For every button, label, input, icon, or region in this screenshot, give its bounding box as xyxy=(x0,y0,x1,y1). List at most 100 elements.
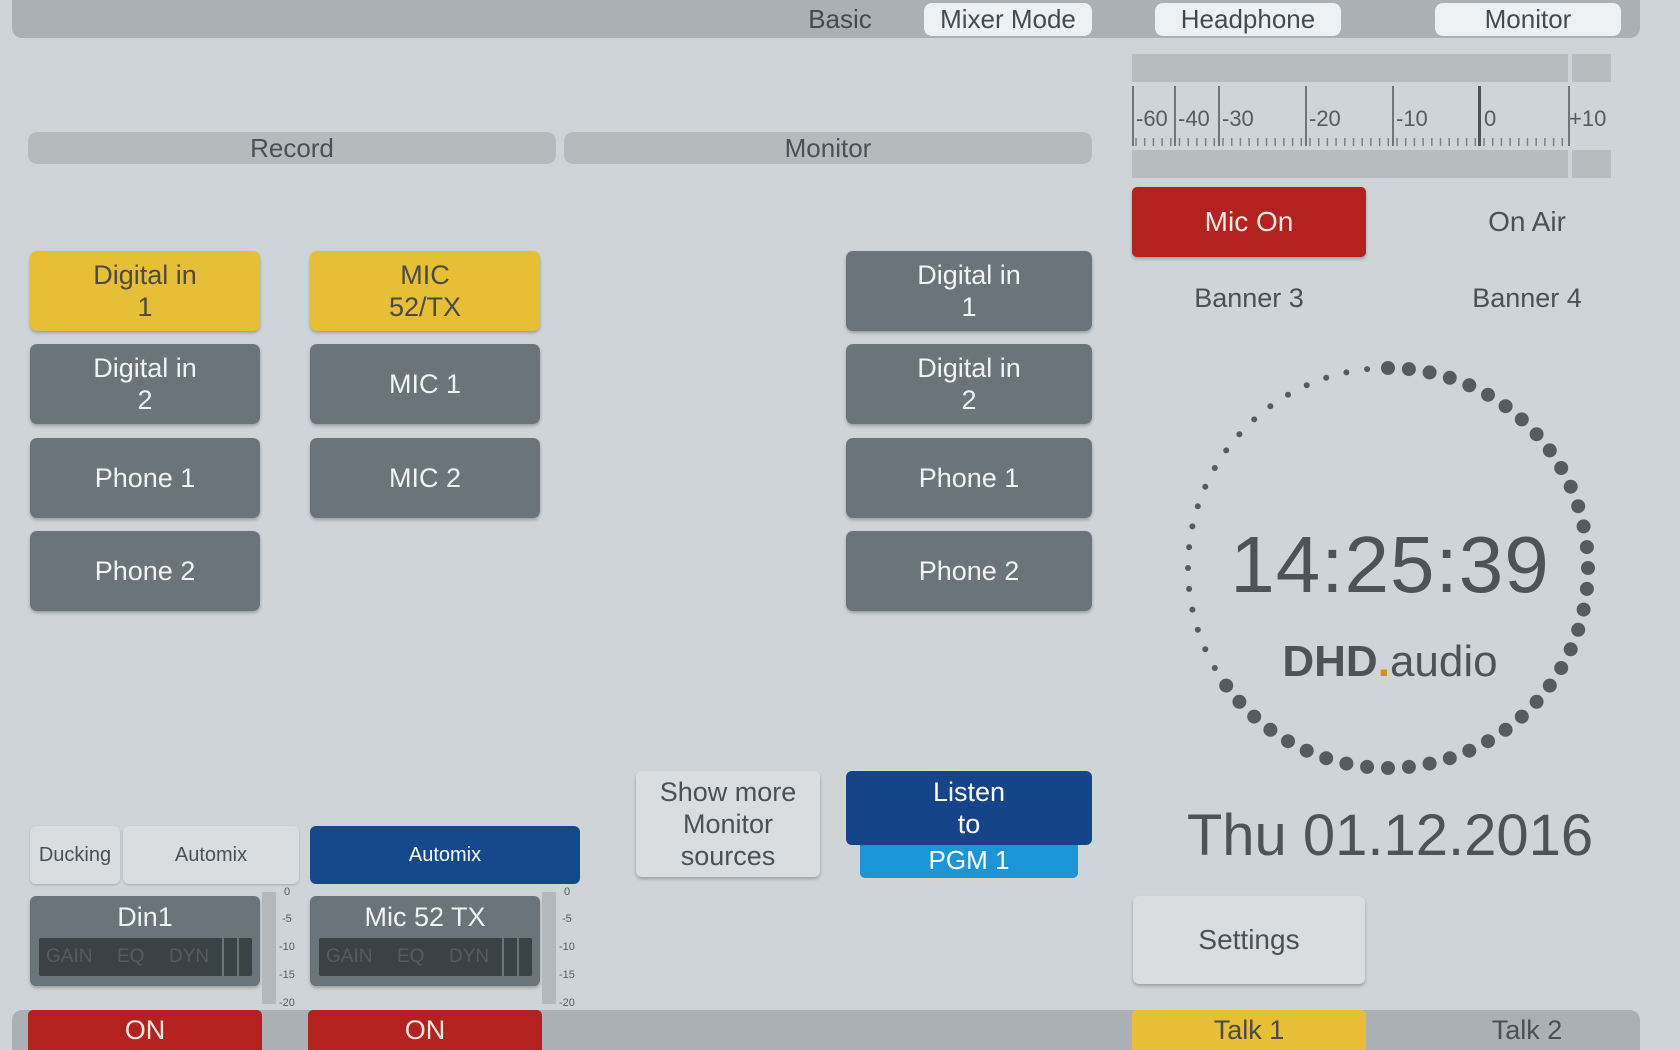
clock-second-dot xyxy=(1498,399,1513,414)
clock-second-dot xyxy=(1251,416,1258,423)
clock-second-dot xyxy=(1571,499,1586,514)
mic-on-indicator[interactable]: Mic On xyxy=(1132,187,1366,257)
meter-tick-label: 0 xyxy=(1484,106,1497,131)
banner-3: Banner 3 xyxy=(1194,282,1304,313)
meter-tick-label: -20 xyxy=(1309,106,1341,131)
clock-second-dot xyxy=(1360,759,1375,774)
clock-second-dot xyxy=(1381,761,1395,775)
clock-date: Thu 01.12.2016 xyxy=(1186,802,1594,868)
brand-logo-rest: audio xyxy=(1389,637,1498,686)
monitor-source-phone-1[interactable]: Phone 1 xyxy=(846,438,1092,518)
meter-major-tick xyxy=(1305,86,1307,146)
record-source-phone-1[interactable]: Phone 1 xyxy=(30,438,260,518)
clock-second-dot xyxy=(1194,503,1201,510)
channel-on-button-ch2[interactable]: ON xyxy=(308,1010,542,1050)
brand-logo-bold: DHD xyxy=(1282,637,1378,686)
fx-eq-label: EQ xyxy=(397,946,425,967)
clock-second-dot xyxy=(1401,362,1416,377)
meter-tick-label: -60 xyxy=(1136,106,1168,131)
record-source-mic-2[interactable]: MIC 2 xyxy=(310,438,540,518)
automix-button-ch2[interactable]: Automix xyxy=(310,826,580,884)
meter-tick-label: -40 xyxy=(1178,106,1210,131)
record-source-digital-in-1[interactable]: Digital in 1 xyxy=(30,251,260,331)
vu-scale-label: -20 xyxy=(279,997,295,1009)
ducking-button[interactable]: Ducking xyxy=(30,826,120,884)
clock-second-dot xyxy=(1236,431,1243,438)
clock-second-dot xyxy=(1542,443,1557,458)
fx-eq-label: EQ xyxy=(117,946,145,967)
clock-second-dot xyxy=(1267,403,1274,410)
talk-2-button[interactable]: Talk 2 xyxy=(1410,1010,1644,1050)
record-source-mic-1[interactable]: MIC 1 xyxy=(310,344,540,424)
vu-scale-label: -15 xyxy=(279,969,295,981)
show-more-monitor-sources-button[interactable]: Show more Monitor sources xyxy=(636,771,820,877)
vu-meter-ch1 xyxy=(262,892,276,1004)
monitor-source-digital-in-2[interactable]: Digital in 2 xyxy=(846,344,1092,424)
automix-button-ch1[interactable]: Automix xyxy=(123,826,299,884)
vu-scale-label: -15 xyxy=(559,969,575,981)
clock-second-dot xyxy=(1514,412,1529,427)
clock-second-dot xyxy=(1303,382,1310,389)
meter-bar-left-top xyxy=(1132,54,1568,82)
channel-fx-panel[interactable]: GAIN EQ DYN xyxy=(39,938,252,976)
clock-second-dot xyxy=(1202,483,1209,490)
tab-mixer-mode[interactable]: Mixer Mode xyxy=(924,3,1092,36)
meter-major-tick xyxy=(1392,86,1394,146)
clock-second-dot xyxy=(1462,743,1477,758)
fx-gain-label: GAIN xyxy=(326,946,373,967)
clock-second-dot xyxy=(1422,365,1437,380)
meter-bar-right-top xyxy=(1572,54,1611,82)
clock-second-dot xyxy=(1514,709,1529,724)
fx-gain-label: GAIN xyxy=(46,946,93,967)
meter-tick-label: -30 xyxy=(1222,106,1254,131)
vu-scale-label: -10 xyxy=(559,941,575,953)
fx-dyn-label: DYN xyxy=(449,946,490,967)
clock-second-dot xyxy=(1563,479,1578,494)
tab-headphone[interactable]: Headphone xyxy=(1155,3,1341,36)
clock-second-dot xyxy=(1319,751,1334,766)
meter-bar-right-bottom xyxy=(1572,150,1611,178)
clock-second-dot xyxy=(1381,361,1395,375)
channel-name: Mic 52 TX xyxy=(364,901,486,932)
clock-second-dot xyxy=(1462,378,1477,393)
brand-logo-dot: . xyxy=(1377,637,1390,686)
clock-second-dot xyxy=(1481,734,1495,749)
vu-scale-label: -10 xyxy=(279,941,295,953)
vu-scale-label: 0 xyxy=(284,886,291,898)
record-source-digital-in-2[interactable]: Digital in 2 xyxy=(30,344,260,424)
record-section-header: Record xyxy=(28,132,556,164)
meter-major-tick xyxy=(1132,86,1134,146)
record-source-mic-52-tx[interactable]: MIC 52/TX xyxy=(310,251,540,331)
clock-second-dot xyxy=(1299,743,1314,758)
pgm-source-label[interactable]: PGM 1 xyxy=(860,842,1078,878)
listen-to-button[interactable]: Listen to xyxy=(846,771,1092,845)
channel-strip-din1[interactable]: Din1 GAIN EQ DYN xyxy=(30,896,260,986)
monitor-source-digital-in-1[interactable]: Digital in 1 xyxy=(846,251,1092,331)
vu-scale-label: -5 xyxy=(562,913,572,925)
clock-second-dot xyxy=(1364,366,1371,373)
channel-on-button-ch1[interactable]: ON xyxy=(28,1010,262,1050)
vu-meter-ch2 xyxy=(542,892,556,1004)
channel-fx-panel[interactable]: GAIN EQ DYN xyxy=(319,938,532,976)
clock-second-dot xyxy=(1498,722,1513,737)
talk-1-button[interactable]: Talk 1 xyxy=(1132,1010,1366,1050)
on-air-indicator: On Air xyxy=(1488,206,1566,237)
clock-second-dot xyxy=(1422,756,1437,771)
clock-second-dot xyxy=(1339,756,1354,771)
channel-strip-mic-52-tx[interactable]: Mic 52 TX GAIN EQ DYN xyxy=(310,896,540,986)
settings-button[interactable]: Settings xyxy=(1133,896,1365,984)
clock-second-dot xyxy=(1481,387,1495,402)
meter-major-tick xyxy=(1174,86,1176,146)
meter-tick-label: -10 xyxy=(1396,106,1428,131)
monitor-source-phone-2[interactable]: Phone 2 xyxy=(846,531,1092,611)
clock-second-dot xyxy=(1529,694,1544,709)
record-source-phone-2[interactable]: Phone 2 xyxy=(30,531,260,611)
clock-second-dot xyxy=(1323,374,1330,381)
clock-second-dot xyxy=(1232,694,1247,709)
meter-major-tick xyxy=(1218,86,1220,146)
clock-second-dot xyxy=(1281,734,1295,749)
tab-monitor[interactable]: Monitor xyxy=(1435,3,1621,36)
tab-basic[interactable]: Basic xyxy=(770,3,910,36)
meter-bar-left-bottom xyxy=(1132,150,1568,178)
monitor-section-header: Monitor xyxy=(564,132,1092,164)
